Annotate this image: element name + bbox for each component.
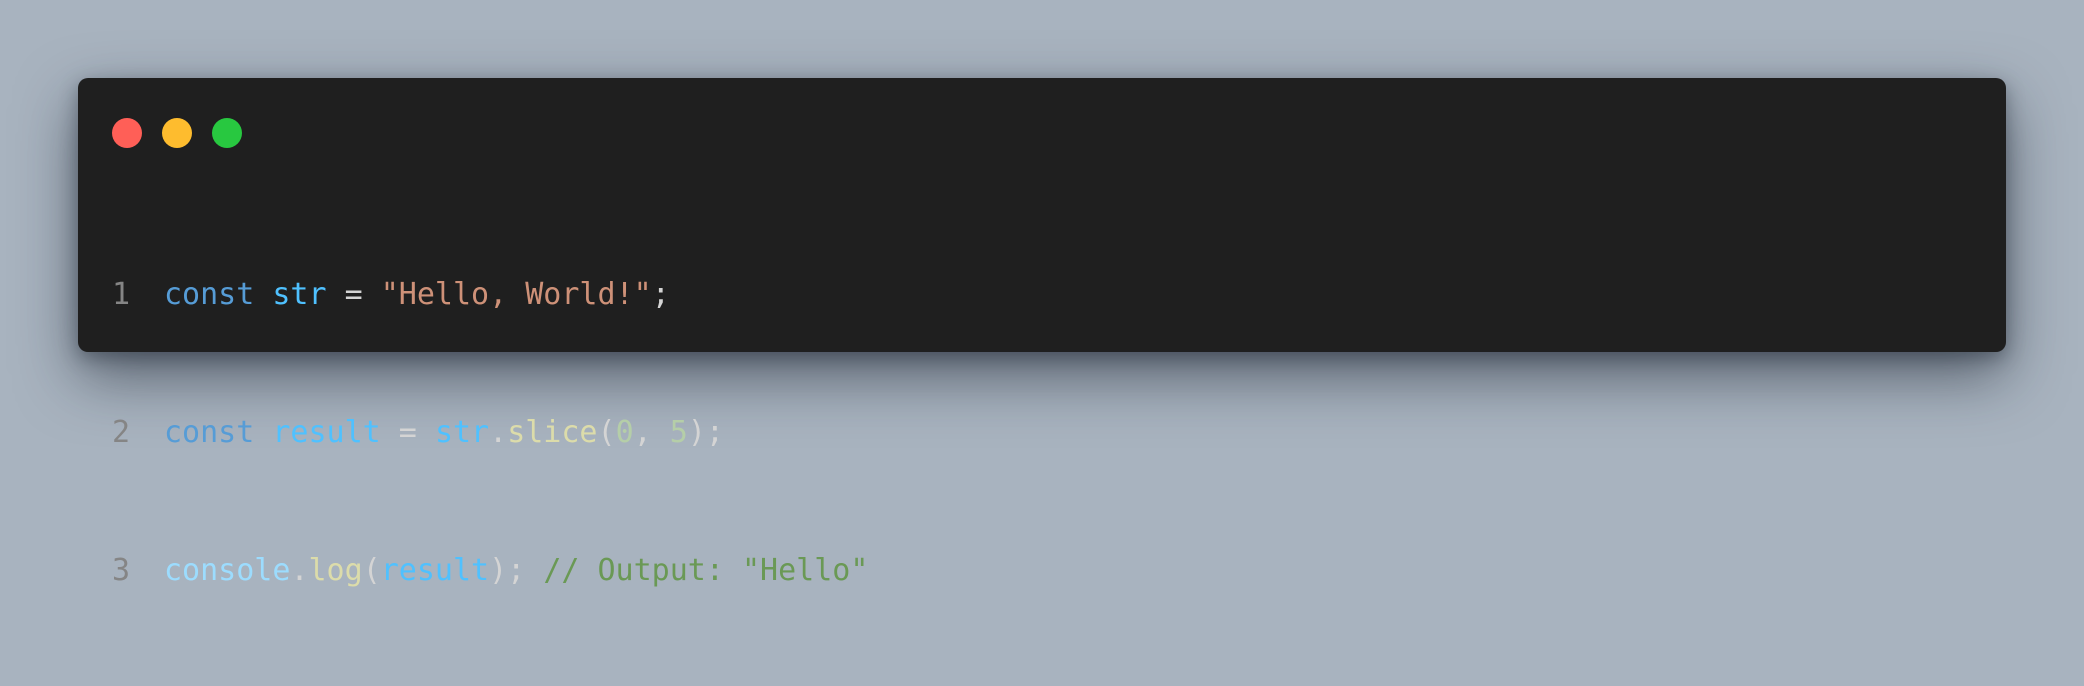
line-number: 2 [112,415,131,450]
operator-token: = [380,415,435,450]
punctuation-token: ( [362,553,381,588]
string-token: "Hello, World!" [380,277,652,312]
punctuation-token: . [290,553,309,588]
variable-token: str [434,415,490,450]
function-token: slice [507,415,598,450]
maximize-window-button[interactable] [212,118,242,148]
comment-token: // Output: "Hello" [543,553,869,588]
operator-token: = [326,277,381,312]
line-number: 1 [112,277,131,312]
code-line: 1 const str = "Hello, World!"; [112,272,868,318]
code-block: 1 const str = "Hello, World!"; 2 const res… [112,180,868,686]
variable-token: str [272,277,327,312]
punctuation-token: , [633,415,670,450]
number-token: 5 [669,415,688,450]
window-controls [112,118,242,148]
line-number: 3 [112,553,131,588]
function-token: log [308,553,363,588]
identifier-token: console [164,553,291,588]
code-line: 3 console. log(result); // Output: "Hello" [112,548,868,594]
minimize-window-button[interactable] [162,118,192,148]
variable-token: result [272,415,381,450]
punctuation-token: ; [651,277,670,312]
keyword-token: const [164,415,255,450]
punctuation-token: ); [489,553,544,588]
code-line: 2 const result = str. slice(0, 5); [112,410,868,456]
punctuation-token: ); [687,415,724,450]
variable-token: result [380,553,490,588]
keyword-token: const [164,277,255,312]
punctuation-token: ( [597,415,616,450]
code-window: 1 const str = "Hello, World!"; 2 const res… [78,78,2006,588]
number-token: 0 [615,415,634,450]
punctuation-token: . [489,415,508,450]
close-window-button[interactable] [112,118,142,148]
